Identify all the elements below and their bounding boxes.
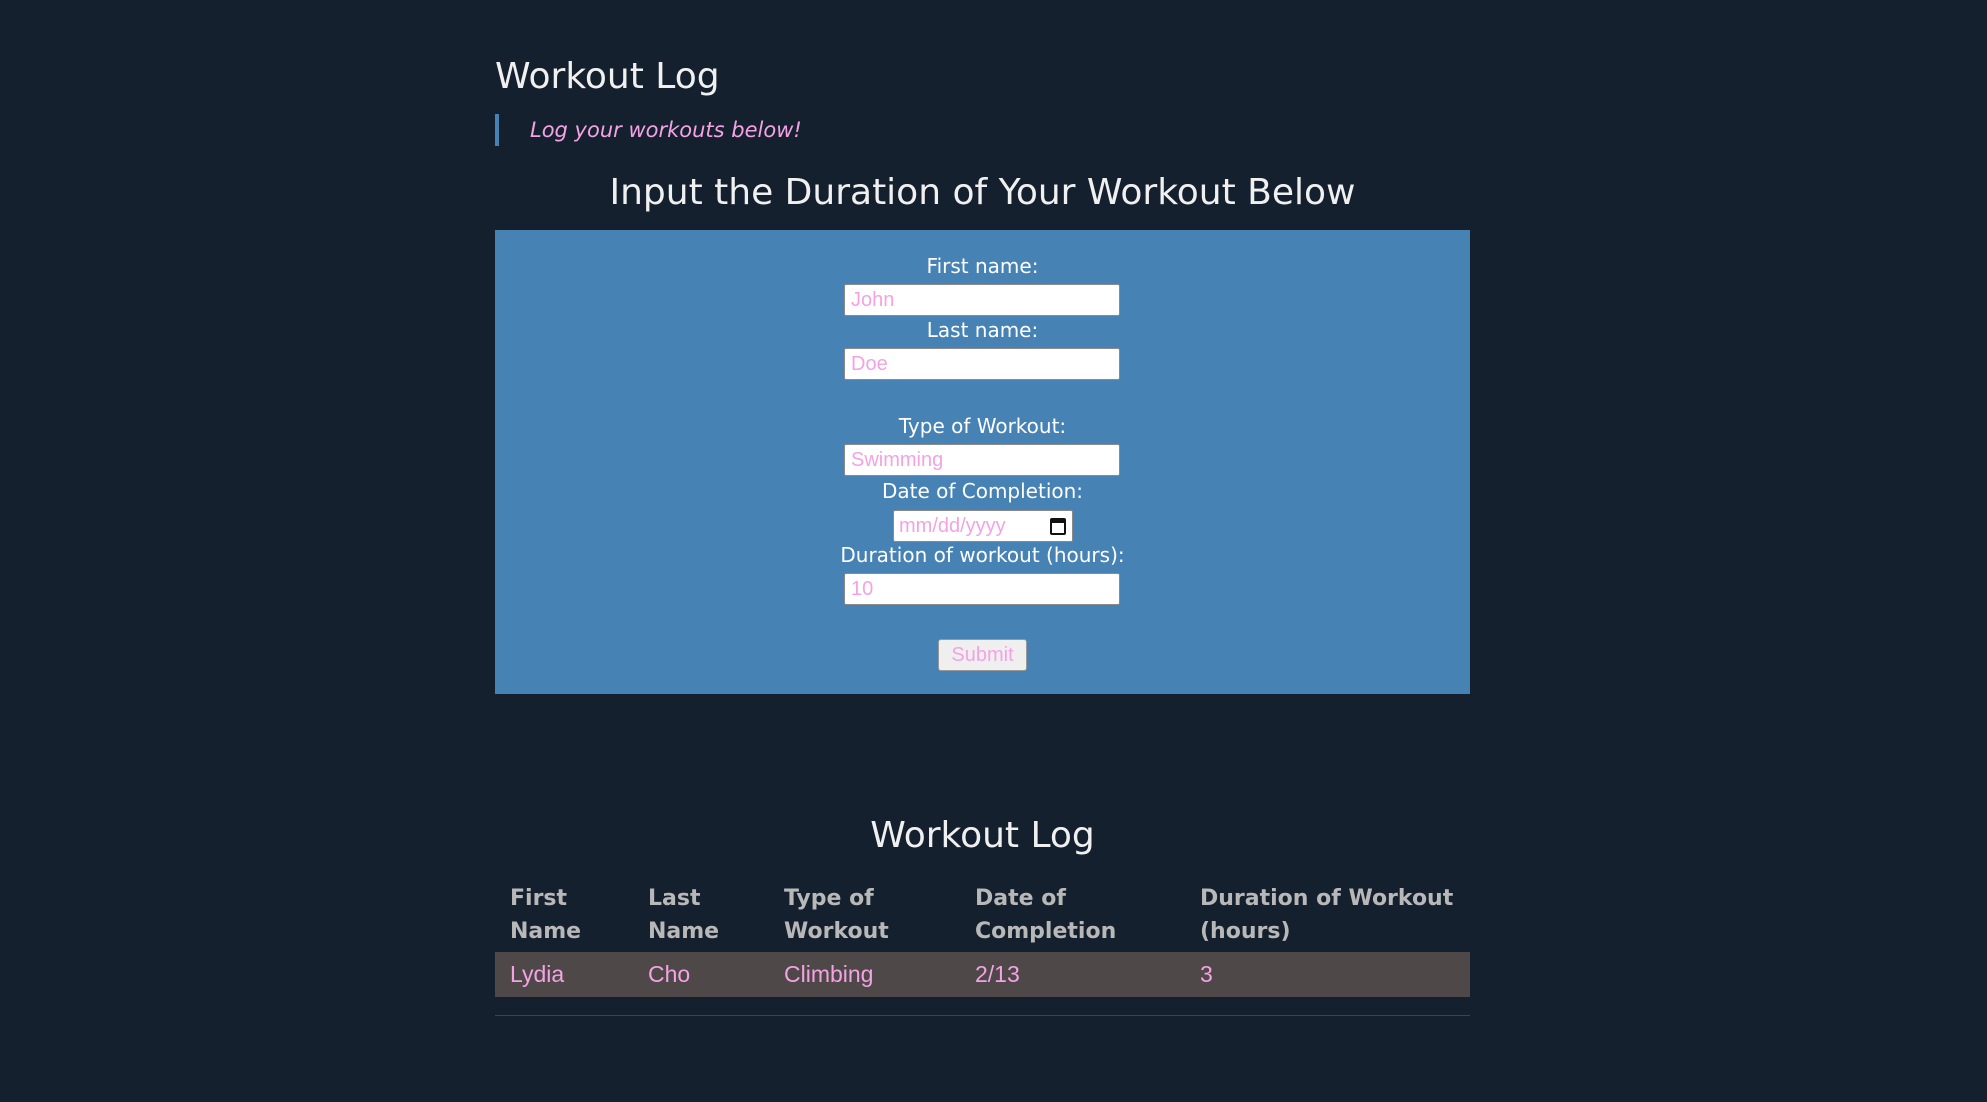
workout-type-label: Type of Workout: (898, 414, 1067, 438)
date-input[interactable]: mm/dd/yyyy (893, 510, 1073, 542)
page-tagline: Log your workouts below! (495, 114, 802, 146)
duration-input[interactable] (844, 573, 1120, 605)
column-header-duration: Duration of Workout (hours) (1200, 886, 1454, 944)
workout-log-table: First Name Last Name Type of Workout Date o… (495, 877, 1470, 997)
first-name-label: First name: (926, 254, 1039, 278)
cell-duration: 3 (1185, 952, 1470, 997)
table-divider (495, 1015, 1470, 1016)
cell-first-name: Lydia (495, 952, 633, 997)
date-placeholder: mm/dd/yyyy (899, 515, 1006, 537)
workout-type-input[interactable] (844, 444, 1120, 476)
first-name-input[interactable] (844, 284, 1120, 316)
cell-date: 2/13 (960, 952, 1185, 997)
column-header-first-name: First Name (510, 886, 582, 944)
cell-workout-type: Climbing (769, 952, 960, 997)
last-name-label: Last name: (926, 318, 1039, 342)
table-header-row: First Name Last Name Type of Workout Date o… (495, 877, 1470, 952)
cell-last-name: Cho (633, 952, 769, 997)
last-name-input[interactable] (844, 348, 1120, 380)
duration-label: Duration of workout (hours): (840, 543, 1125, 567)
workout-form: First name: Last name: Type of Workout: … (495, 230, 1470, 694)
calendar-icon[interactable] (1050, 518, 1066, 535)
column-header-last-name: Last Name (648, 886, 720, 944)
table-row: Lydia Cho Climbing 2/13 3 (495, 952, 1470, 997)
column-header-date: Date of Completion (975, 886, 1117, 944)
form-heading: Input the Duration of Your Workout Below (609, 172, 1356, 213)
submit-button[interactable]: Submit (938, 639, 1027, 671)
page-title: Workout Log (495, 56, 720, 97)
column-header-workout-type: Type of Workout (784, 886, 889, 944)
log-heading: Workout Log (870, 815, 1095, 856)
date-label: Date of Completion: (881, 479, 1084, 503)
